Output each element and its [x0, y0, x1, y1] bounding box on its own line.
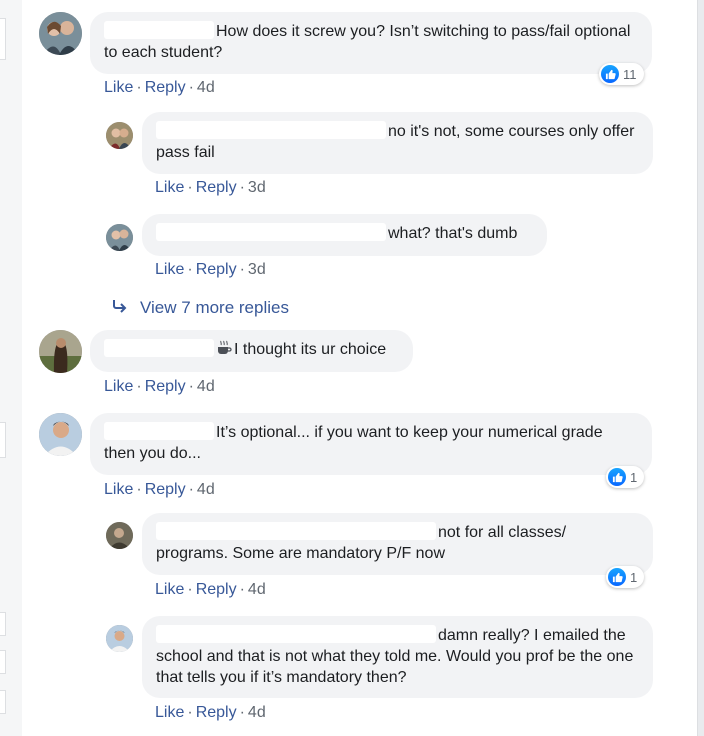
separator: · — [136, 378, 142, 395]
separator: · — [136, 79, 142, 96]
comment-actions: Like · Reply · 3d — [155, 179, 266, 197]
separator: · — [136, 481, 142, 498]
comment-text: I thought its ur choice — [234, 341, 387, 358]
separator: · — [188, 481, 194, 498]
separator: · — [187, 704, 193, 721]
like-button[interactable]: Like — [104, 378, 133, 395]
comment-text: what? that's dumb — [388, 225, 518, 242]
author-name-redacted[interactable] — [104, 422, 214, 440]
reaction-count[interactable]: 1 — [606, 566, 645, 588]
separator: · — [187, 581, 193, 598]
reply-button[interactable]: Reply — [196, 261, 237, 278]
sidebar-edge — [0, 422, 6, 458]
coffee-icon — [216, 340, 232, 362]
comment-actions: Like · Reply · 4d — [104, 481, 215, 499]
like-button[interactable]: Like — [155, 261, 184, 278]
reaction-count[interactable]: 1 — [606, 466, 645, 488]
separator: · — [239, 261, 245, 278]
comment-bubble: no it's not, some courses only offer pas… — [142, 112, 653, 174]
timestamp[interactable]: 4d — [197, 79, 215, 96]
sidebar-edge — [0, 612, 6, 636]
comment-actions: Like · Reply · 4d — [155, 704, 266, 722]
like-icon — [601, 65, 619, 83]
timestamp[interactable]: 4d — [248, 704, 266, 721]
comment-actions: Like · Reply · 4d — [104, 378, 215, 396]
reply-arrow-icon — [112, 299, 128, 318]
avatar[interactable] — [39, 12, 82, 55]
comment-bubble: How does it screw you? Isn’t switching t… — [90, 12, 652, 74]
reply-button[interactable]: Reply — [196, 704, 237, 721]
comment-bubble: damn really? I emailed the school and th… — [142, 616, 653, 698]
comment-bubble: It’s optional... if you want to keep you… — [90, 413, 652, 475]
reaction-number: 1 — [630, 469, 638, 485]
author-name-redacted[interactable] — [156, 121, 386, 139]
sidebar-edge — [0, 650, 6, 674]
avatar[interactable] — [106, 625, 133, 652]
separator: · — [187, 179, 193, 196]
separator: · — [239, 581, 245, 598]
author-name-redacted[interactable] — [156, 223, 386, 241]
avatar[interactable] — [106, 522, 133, 549]
reply-button[interactable]: Reply — [145, 378, 186, 395]
avatar[interactable] — [39, 330, 82, 373]
like-button[interactable]: Like — [155, 581, 184, 598]
sidebar-edge — [0, 690, 6, 714]
author-name-redacted[interactable] — [156, 625, 436, 643]
author-name-redacted[interactable] — [156, 522, 436, 540]
reaction-count[interactable]: 11 — [599, 63, 644, 85]
author-name-redacted[interactable] — [104, 339, 214, 357]
reply-button[interactable]: Reply — [196, 581, 237, 598]
sidebar-edge — [0, 18, 6, 60]
avatar[interactable] — [106, 122, 133, 149]
right-edge — [697, 0, 704, 736]
comment-actions: Like · Reply · 4d — [155, 581, 266, 599]
view-more-replies-button[interactable]: View 7 more replies — [112, 298, 289, 318]
like-button[interactable]: Like — [104, 481, 133, 498]
comment-thread: How does it screw you? Isn’t switching t… — [22, 0, 697, 736]
view-more-label: View 7 more replies — [140, 298, 289, 317]
reply-button[interactable]: Reply — [196, 179, 237, 196]
left-sidebar — [0, 0, 23, 736]
timestamp[interactable]: 4d — [197, 481, 215, 498]
timestamp[interactable]: 3d — [248, 179, 266, 196]
timestamp[interactable]: 4d — [248, 581, 266, 598]
like-button[interactable]: Like — [155, 704, 184, 721]
separator: · — [187, 261, 193, 278]
comment-actions: Like · Reply · 4d — [104, 79, 215, 97]
separator: · — [239, 704, 245, 721]
comment-bubble: what? that's dumb — [142, 214, 547, 256]
avatar[interactable] — [106, 224, 133, 251]
like-button[interactable]: Like — [104, 79, 133, 96]
author-name-redacted[interactable] — [104, 21, 214, 39]
comment-bubble: not for all classes/ programs. Some are … — [142, 513, 653, 575]
reaction-number: 11 — [623, 66, 637, 82]
like-icon — [608, 468, 626, 486]
separator: · — [188, 378, 194, 395]
reply-button[interactable]: Reply — [145, 79, 186, 96]
comment-bubble: I thought its ur choice — [90, 330, 413, 372]
avatar[interactable] — [39, 413, 82, 456]
separator: · — [239, 179, 245, 196]
like-button[interactable]: Like — [155, 179, 184, 196]
like-icon — [608, 568, 626, 586]
timestamp[interactable]: 3d — [248, 261, 266, 278]
separator: · — [188, 79, 194, 96]
timestamp[interactable]: 4d — [197, 378, 215, 395]
reaction-number: 1 — [630, 569, 638, 585]
reply-button[interactable]: Reply — [145, 481, 186, 498]
comment-actions: Like · Reply · 3d — [155, 261, 266, 279]
